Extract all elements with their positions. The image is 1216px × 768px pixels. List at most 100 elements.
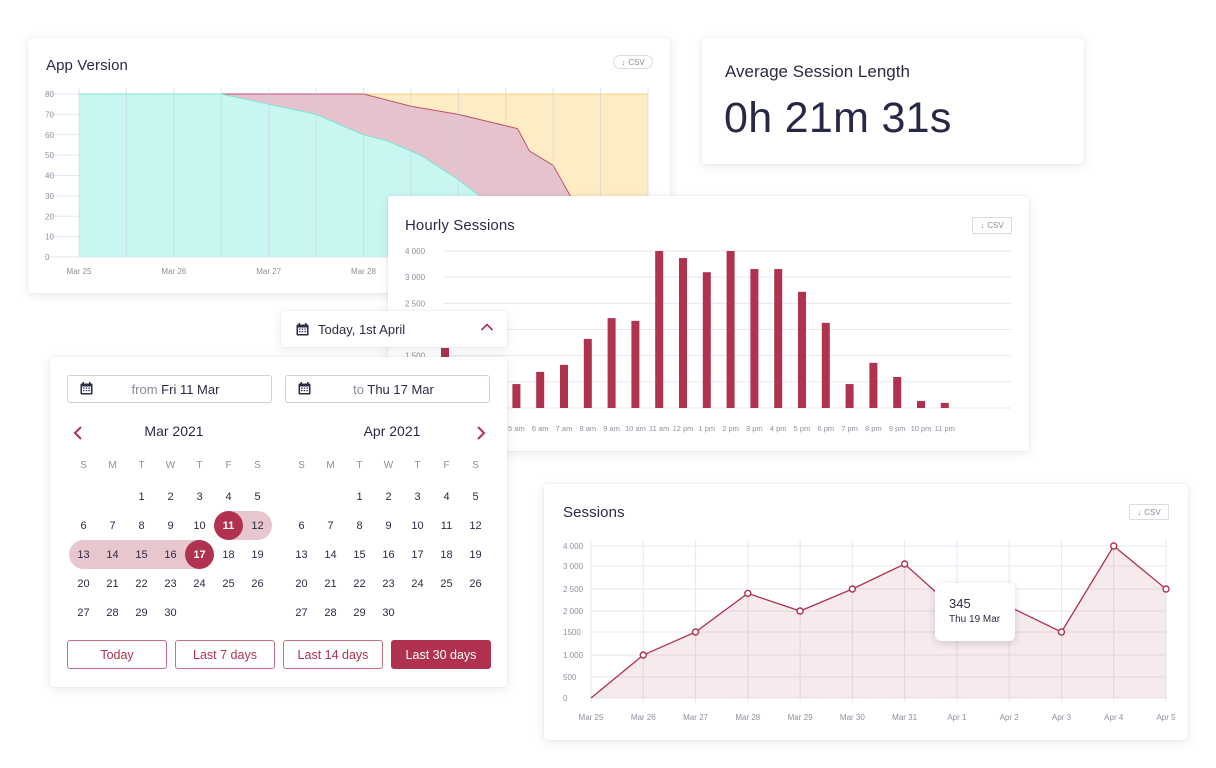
day-number: 12	[251, 519, 264, 532]
preset-last-7-days-button[interactable]: Last 7 days	[175, 640, 275, 669]
calendar-day[interactable]: 3	[185, 482, 214, 511]
sessions-card: Sessions ↓ CSV 4 000 3 000 2 500 2 000 1500 1…	[544, 484, 1188, 740]
day-number: 13	[77, 548, 90, 561]
calendar-day[interactable]: 12	[461, 511, 490, 540]
sessions-chart: 4 000 3 000 2 500 2 000 1500 1 000 500 0 Mar 25 M…	[563, 540, 1176, 722]
preset-last-14-days-button[interactable]: Last 14 days	[283, 640, 383, 669]
calendar-day[interactable]: 10	[403, 511, 432, 540]
calendar-day[interactable]: 24	[403, 569, 432, 598]
day-number: 9	[167, 519, 174, 532]
calendar-day[interactable]: 10	[185, 511, 214, 540]
calendar-day[interactable]: 20	[69, 569, 98, 598]
calendar-day[interactable]: 16	[156, 540, 185, 569]
weekday-label: T	[414, 460, 421, 471]
day-number: 6	[298, 519, 305, 532]
calendar-day[interactable]: 11	[432, 511, 461, 540]
calendar-day[interactable]: 8	[345, 511, 374, 540]
calendar-day[interactable]: 27	[287, 598, 316, 627]
calendar-icon	[296, 322, 309, 335]
calendar-day[interactable]: 2	[156, 482, 185, 511]
calendar-day[interactable]: 19	[461, 540, 490, 569]
day-number: 20	[295, 577, 308, 590]
calendar-day[interactable]: 18	[432, 540, 461, 569]
calendar-day[interactable]: 28	[98, 598, 127, 627]
calendar-day[interactable]: 4	[214, 482, 243, 511]
calendar-day[interactable]: 29	[127, 598, 156, 627]
calendar-day[interactable]: 4	[432, 482, 461, 511]
calendar-day[interactable]: 19	[243, 540, 272, 569]
calendar-day[interactable]: 13	[69, 540, 98, 569]
calendar-day[interactable]: 18	[214, 540, 243, 569]
calendar-day[interactable]: 14	[98, 540, 127, 569]
calendar-day[interactable]: 21	[98, 569, 127, 598]
calendar-day[interactable]: 9	[156, 511, 185, 540]
calendar-day[interactable]: 15	[345, 540, 374, 569]
preset-last-30-days-button[interactable]: Last 30 days	[391, 640, 491, 669]
bar	[583, 338, 592, 408]
calendar-day[interactable]: 25	[214, 569, 243, 598]
calendar-day[interactable]: 14	[316, 540, 345, 569]
month-march: Mar 2021 SMTWTFS 1 2 3 4 5 6 7 8 9 10 11 12 13 14 15 16…	[69, 423, 279, 627]
calendar-day[interactable]: 21	[316, 569, 345, 598]
x-tick-label: Apr 1	[947, 713, 967, 722]
bar	[726, 251, 735, 408]
x-tick-label: Mar 27	[256, 267, 281, 276]
day-number: 8	[138, 519, 145, 532]
calendar-day[interactable]: 25	[432, 569, 461, 598]
to-date-input[interactable]: to Thu 17 Mar	[285, 375, 490, 403]
calendar-day[interactable]: 22	[127, 569, 156, 598]
x-tick-label: Mar 29	[788, 713, 813, 722]
data-point	[744, 589, 752, 598]
weekday-label: T	[138, 460, 145, 471]
calendar-day[interactable]: 7	[316, 511, 345, 540]
calendar-day[interactable]: 27	[69, 598, 98, 627]
preset-today-button[interactable]: Today	[67, 640, 167, 669]
calendar-day[interactable]: 22	[345, 569, 374, 598]
bar	[750, 269, 759, 408]
calendar-day[interactable]: 7	[98, 511, 127, 540]
month-title: Apr 2021	[363, 423, 421, 439]
calendar-day[interactable]: 2	[374, 482, 403, 511]
calendar-day[interactable]: 23	[374, 569, 403, 598]
month-title: Mar 2021	[144, 423, 204, 439]
calendar-day[interactable]: 13	[287, 540, 316, 569]
day-number: 5	[472, 490, 479, 503]
calendar-day[interactable]: 12	[243, 511, 272, 540]
calendar-day[interactable]: 1	[345, 482, 374, 511]
calendar-day[interactable]: 16	[374, 540, 403, 569]
calendar-day[interactable]: 23	[156, 569, 185, 598]
day-number: 2	[385, 490, 392, 503]
calendar-day[interactable]: 3	[403, 482, 432, 511]
weekday-label: T	[356, 460, 363, 471]
x-tick-label: 7 am	[556, 424, 573, 433]
calendar-day[interactable]: 30	[374, 598, 403, 627]
calendar-day[interactable]: 1	[127, 482, 156, 511]
calendar-day[interactable]: 26	[243, 569, 272, 598]
calendar-day[interactable]: 15	[127, 540, 156, 569]
calendar-day[interactable]: 6	[69, 511, 98, 540]
calendar-day[interactable]: 6	[287, 511, 316, 540]
date-picker-trigger[interactable]: Today, 1st April	[281, 311, 507, 347]
calendar-day[interactable]: 20	[287, 569, 316, 598]
calendar-day[interactable]: 17	[403, 540, 432, 569]
chevron-up-icon[interactable]	[480, 322, 494, 332]
x-tick-label: Mar 25	[67, 267, 92, 276]
calendar-day[interactable]: 11	[214, 511, 243, 540]
calendar-day[interactable]: 5	[243, 482, 272, 511]
calendar-day[interactable]: 26	[461, 569, 490, 598]
calendar-day[interactable]: 29	[345, 598, 374, 627]
day-number: 4	[443, 490, 450, 503]
calendar-day[interactable]: 24	[185, 569, 214, 598]
calendar-day[interactable]: 17	[185, 540, 214, 569]
calendar-empty-cell	[98, 482, 127, 511]
y-tick-label: 2 500	[563, 585, 584, 594]
calendar-day[interactable]: 8	[127, 511, 156, 540]
calendar-empty-cell	[214, 598, 243, 627]
weekday-label: F	[443, 460, 450, 471]
calendar-day[interactable]: 28	[316, 598, 345, 627]
day-number: 11	[440, 519, 453, 532]
calendar-day[interactable]: 9	[374, 511, 403, 540]
calendar-day[interactable]: 30	[156, 598, 185, 627]
from-date-input[interactable]: from Fri 11 Mar	[67, 375, 272, 403]
calendar-day[interactable]: 5	[461, 482, 490, 511]
